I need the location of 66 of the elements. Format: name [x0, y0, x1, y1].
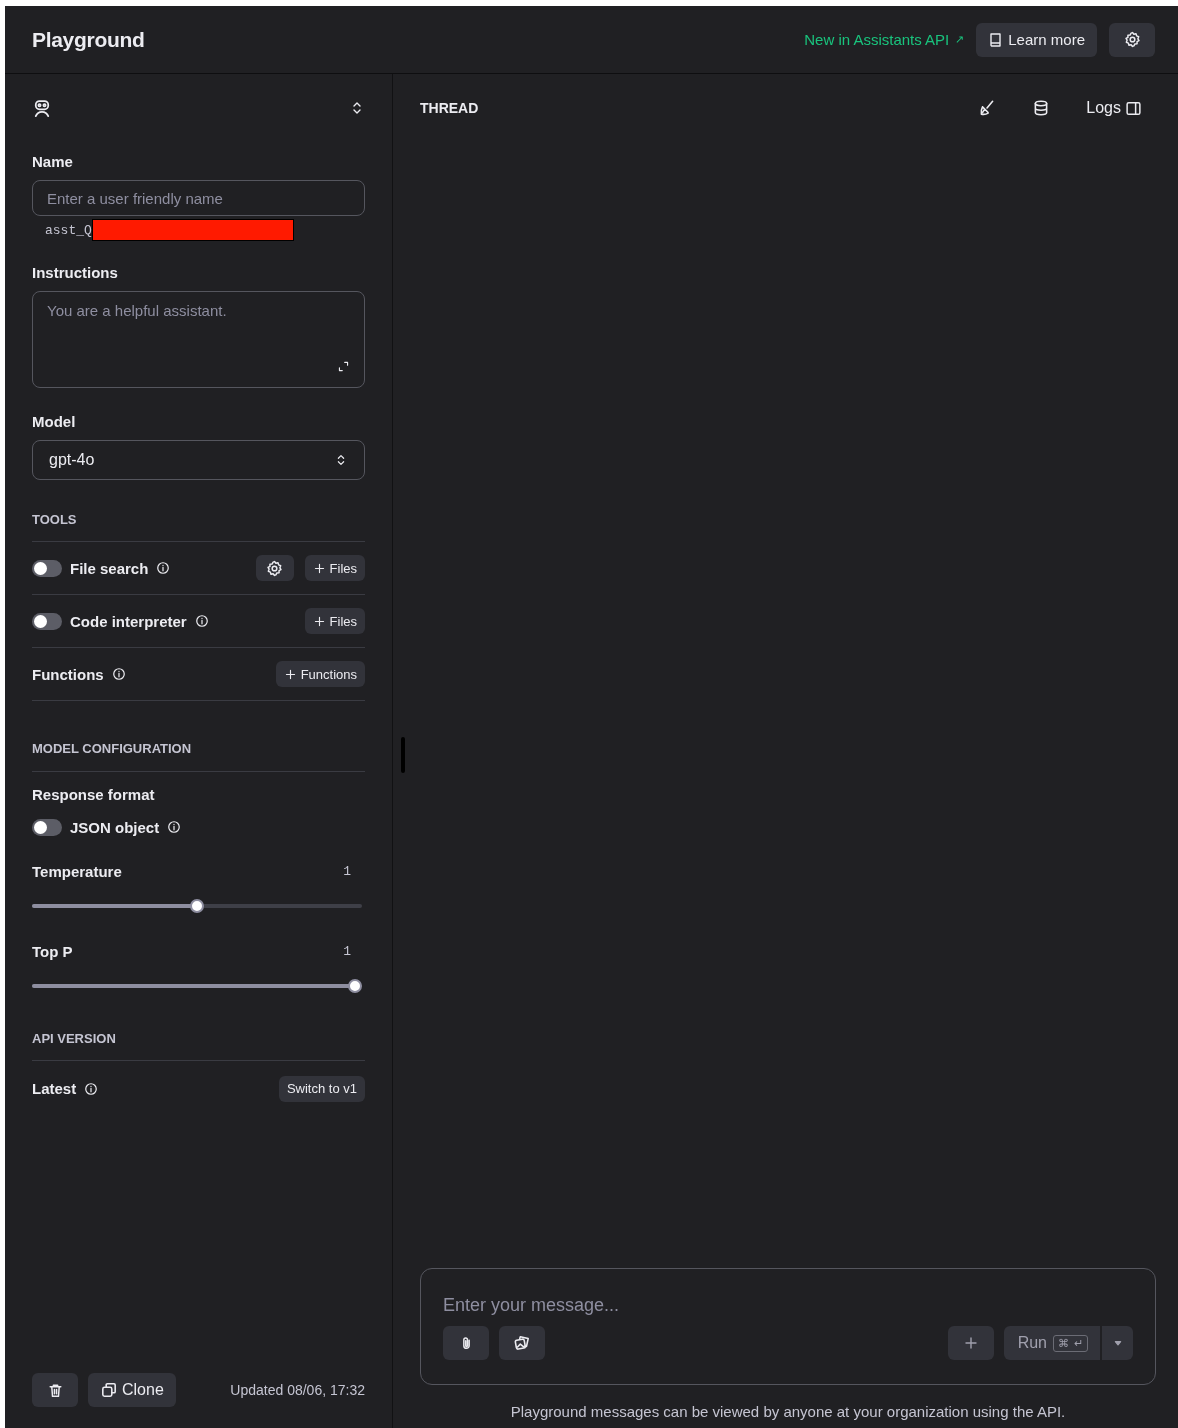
panel-icon [1125, 99, 1142, 117]
add-button[interactable]: Files [304, 555, 365, 581]
name-field[interactable]: Enter a user friendly name [32, 180, 365, 216]
slider-label: Temperature [32, 863, 122, 880]
images-icon [513, 1334, 531, 1352]
settings-button[interactable] [1109, 22, 1155, 57]
placeholder-text: You are a helpful assistant. [47, 302, 228, 319]
robot-icon[interactable] [32, 98, 52, 118]
field-label: Model [32, 413, 77, 430]
updated-timestamp: Updated 08/06, 17:32 [230, 1382, 365, 1398]
slider-value: 1 [343, 944, 351, 959]
toggle-switch[interactable] [32, 818, 62, 836]
instructions-field[interactable]: You are a helpful assistant. [32, 291, 365, 388]
add-button[interactable]: Files [304, 608, 365, 634]
info-icon [194, 614, 209, 628]
message-input[interactable]: Enter your message... [443, 1295, 1133, 1316]
slider[interactable] [32, 979, 362, 993]
add-message-button[interactable] [947, 1326, 994, 1360]
assistant-id: asst_Q [45, 222, 92, 238]
logs-button[interactable]: Logs [1086, 99, 1142, 117]
tool-label: File search [70, 559, 149, 577]
switch-version-button[interactable]: Switch to v1 [278, 1075, 365, 1102]
slider-label: Top P [32, 943, 73, 960]
expand-icon[interactable] [337, 360, 350, 373]
info-icon [111, 667, 126, 681]
toggle-switch[interactable] [32, 559, 62, 577]
field-label: Response format [32, 786, 156, 803]
tool-label: Functions [32, 665, 104, 683]
info-icon [84, 1081, 99, 1096]
slider-value: 1 [343, 864, 351, 879]
section-heading: MODEL CONFIGURATION [32, 741, 193, 756]
toggle-label: JSON object [70, 818, 160, 836]
model-select[interactable]: gpt-4o [32, 440, 365, 480]
plus-icon [312, 614, 326, 628]
field-label: Name [32, 153, 74, 170]
copy-icon [100, 1381, 118, 1399]
thread-heading: THREAD [420, 100, 480, 116]
slider-thumb[interactable] [348, 979, 362, 993]
slider[interactable] [32, 899, 362, 913]
add-button[interactable]: Functions [275, 661, 365, 687]
section-heading: TOOLS [32, 512, 78, 527]
tool-label: Code interpreter [70, 612, 187, 630]
plus-icon [962, 1335, 979, 1351]
announcement-link[interactable]: New in Assistants API ↗ [804, 31, 965, 48]
shortcut-hint: ⌘ ↵ [1053, 1334, 1088, 1352]
toggle-switch[interactable] [32, 612, 62, 630]
learn-more-button[interactable]: Learn more [976, 22, 1097, 57]
run-button[interactable]: Run ⌘ ↵ [1003, 1326, 1100, 1360]
attach-button[interactable] [443, 1326, 489, 1360]
delete-button[interactable] [32, 1373, 78, 1407]
resize-handle[interactable] [401, 737, 405, 773]
settings-icon [266, 559, 284, 577]
info-icon [167, 820, 182, 834]
settings-icon [1123, 31, 1141, 48]
images-button[interactable] [499, 1326, 545, 1360]
field-label: Instructions [32, 264, 119, 281]
disclaimer-text: Playground messages can be viewed by anyone at your organization using the API. [509, 1403, 1067, 1420]
info-icon [156, 561, 171, 575]
plus-icon [283, 667, 297, 681]
section-heading: API VERSION [32, 1031, 117, 1046]
plus-icon [312, 561, 326, 575]
settings-button[interactable] [255, 555, 294, 581]
slider-thumb[interactable] [190, 899, 204, 913]
version-label: Latest [32, 1080, 77, 1097]
clone-button[interactable]: Clone [88, 1373, 176, 1407]
app-title: Playground [32, 27, 146, 52]
